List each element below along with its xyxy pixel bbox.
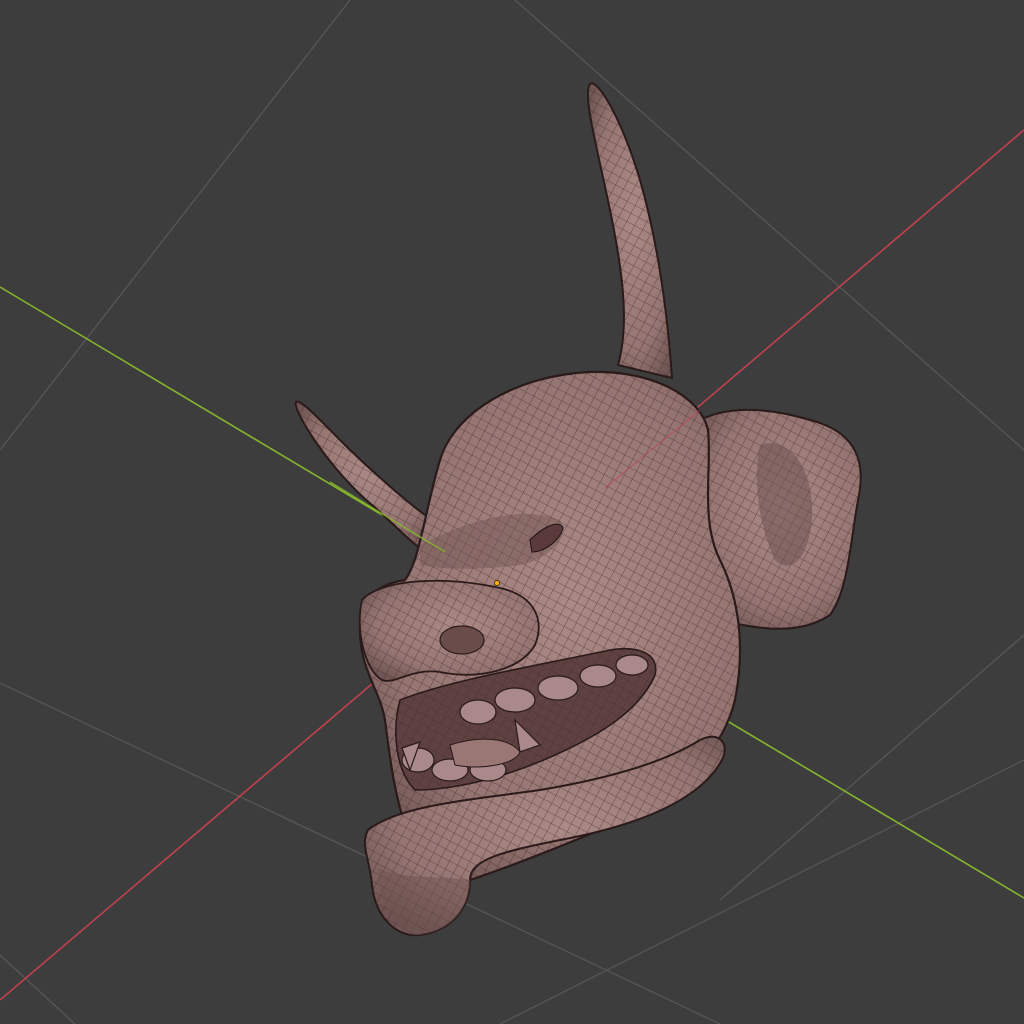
object-origin-dot (494, 580, 500, 586)
viewport-canvas[interactable] (0, 0, 1024, 1024)
onitsura-oni-mask-mesh[interactable] (294, 82, 862, 937)
3d-viewport[interactable] (0, 0, 1024, 1024)
nostril (439, 625, 485, 655)
